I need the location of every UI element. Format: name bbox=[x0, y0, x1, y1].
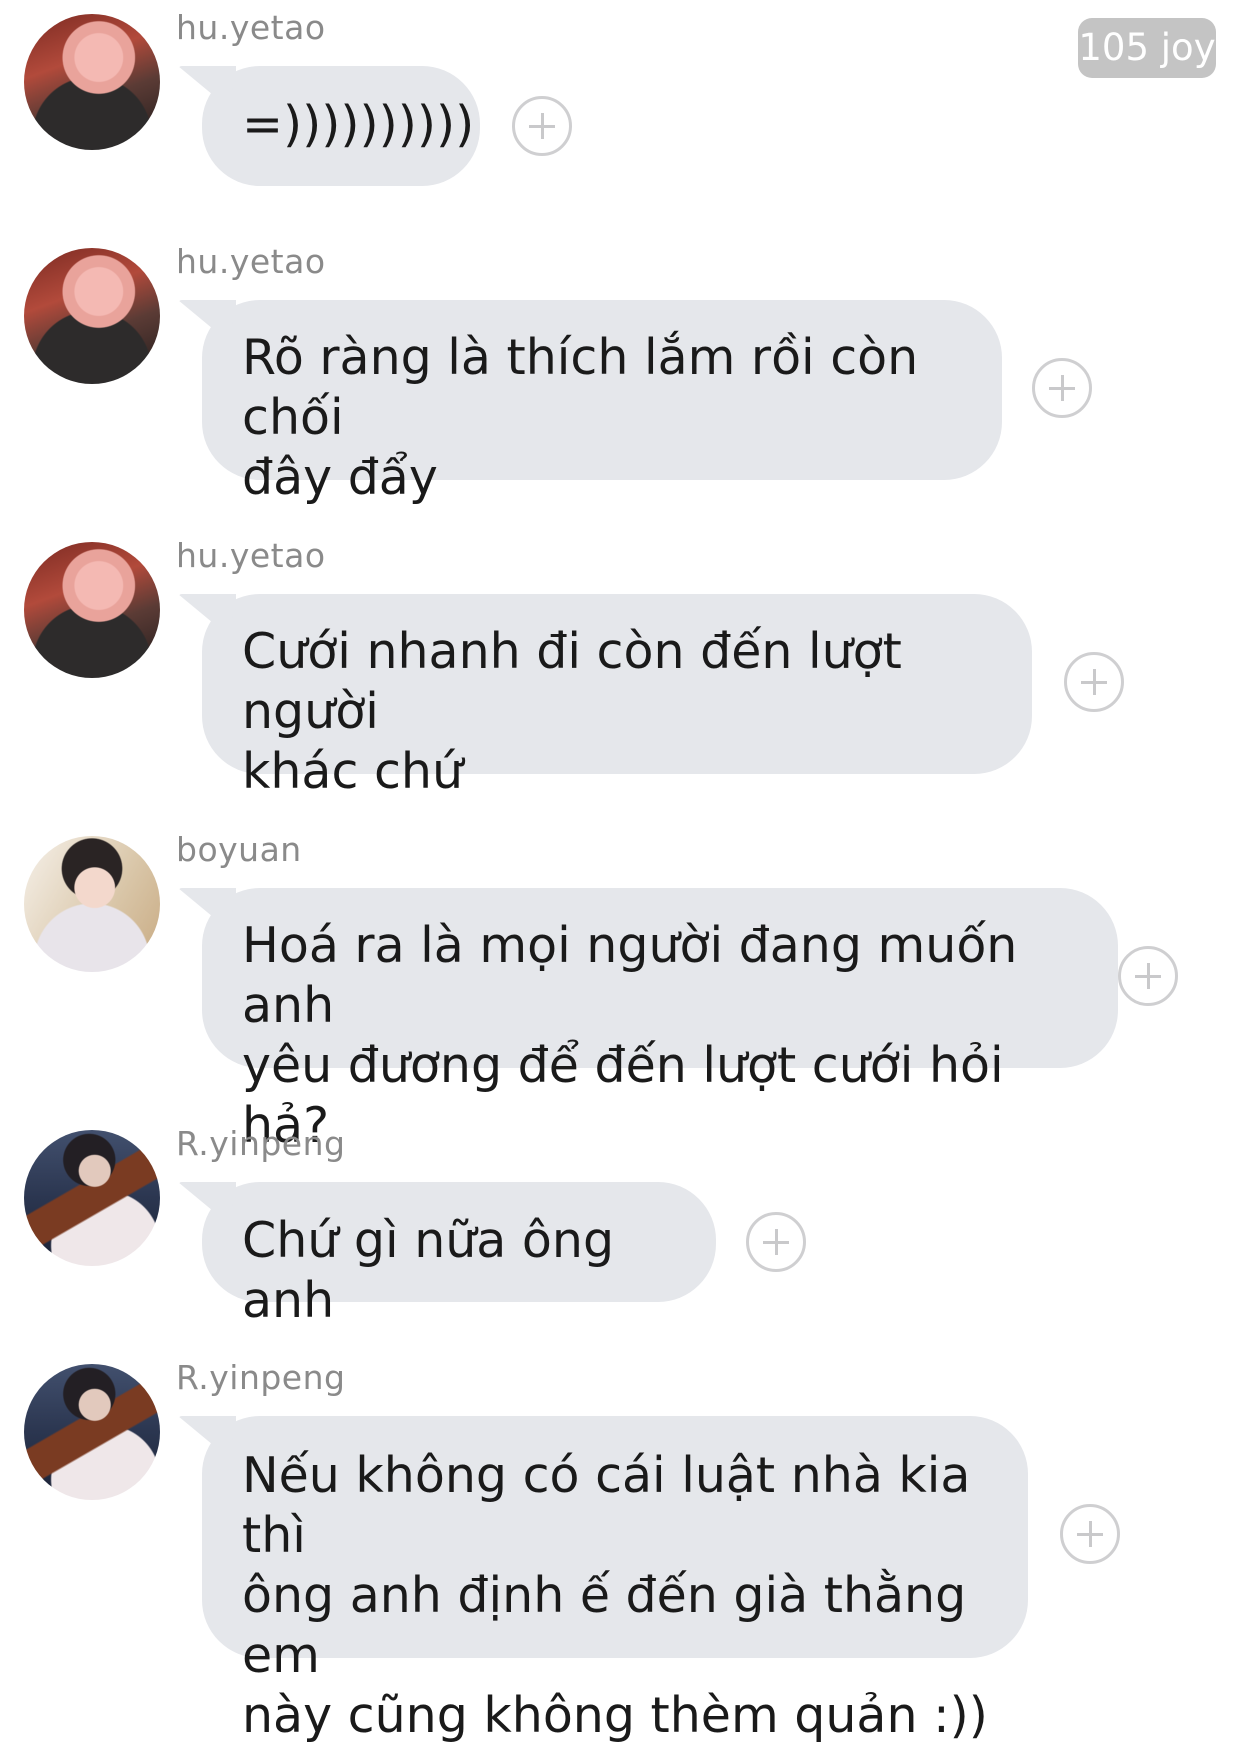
message-bubble[interactable]: Hoá ra là mọi người đang muốn anh yêu đư… bbox=[202, 888, 1118, 1154]
message-bubble[interactable]: Chứ gì nữa ông anh bbox=[202, 1182, 716, 1329]
username: R.yinpeng bbox=[176, 1358, 346, 1397]
message-row: hu.yetao =)))))))))) bbox=[0, 8, 1242, 188]
username: boyuan bbox=[176, 830, 302, 869]
username: hu.yetao bbox=[176, 8, 326, 47]
username: R.yinpeng bbox=[176, 1124, 346, 1163]
add-reaction-icon[interactable] bbox=[1064, 652, 1124, 712]
message-row: hu.yetao Rõ ràng là thích lắm rồi còn ch… bbox=[0, 242, 1242, 506]
message-bubble[interactable]: Nếu không có cái luật nhà kia thì ông an… bbox=[202, 1416, 1028, 1744]
avatar[interactable] bbox=[24, 1130, 160, 1266]
add-reaction-icon[interactable] bbox=[1032, 358, 1092, 418]
message-bubble[interactable]: =)))))))))) bbox=[202, 66, 480, 186]
add-reaction-icon[interactable] bbox=[746, 1212, 806, 1272]
avatar[interactable] bbox=[24, 1364, 160, 1500]
avatar[interactable] bbox=[24, 248, 160, 384]
message-row: R.yinpeng Chứ gì nữa ông anh bbox=[0, 1124, 1242, 1329]
message-bubble[interactable]: Rõ ràng là thích lắm rồi còn chối đây đẩ… bbox=[202, 300, 1002, 506]
message-bubble[interactable]: Cưới nhanh đi còn đến lượt người khác ch… bbox=[202, 594, 1032, 800]
add-reaction-icon[interactable] bbox=[1060, 1504, 1120, 1564]
message-row: hu.yetao Cưới nhanh đi còn đến lượt ngườ… bbox=[0, 536, 1242, 800]
add-reaction-icon[interactable] bbox=[1118, 946, 1178, 1006]
message-row: boyuan Hoá ra là mọi người đang muốn anh… bbox=[0, 830, 1242, 1154]
username: hu.yetao bbox=[176, 536, 326, 575]
avatar[interactable] bbox=[24, 836, 160, 972]
avatar[interactable] bbox=[24, 14, 160, 150]
avatar[interactable] bbox=[24, 542, 160, 678]
add-reaction-icon[interactable] bbox=[512, 96, 572, 156]
message-row: R.yinpeng Nếu không có cái luật nhà kia … bbox=[0, 1358, 1242, 1744]
username: hu.yetao bbox=[176, 242, 326, 281]
